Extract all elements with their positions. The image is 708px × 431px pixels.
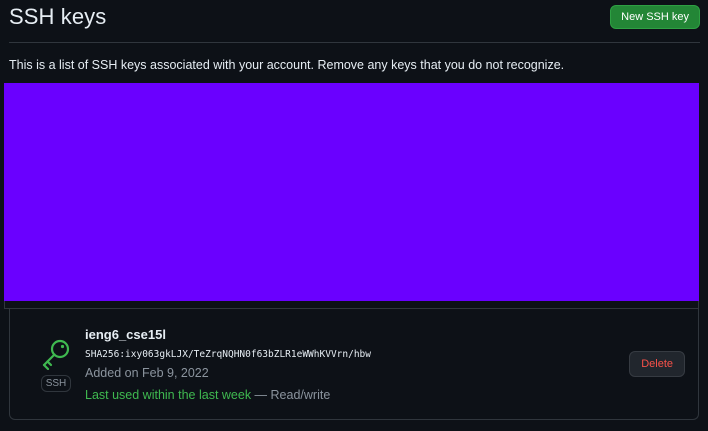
key-icon-container: SSH xyxy=(39,338,73,392)
key-access-level: Read/write xyxy=(270,388,331,402)
intro-text: This is a list of SSH keys associated wi… xyxy=(9,58,565,72)
key-name: ieng6_cse15l xyxy=(85,327,166,342)
key-added-date: Added on Feb 9, 2022 xyxy=(85,366,209,380)
key-details: ieng6_cse15l SHA256:ixy063gkLJX/TeZrqNQH… xyxy=(85,327,371,406)
page-title: SSH keys xyxy=(9,4,107,29)
page-header: SSH keys New SSH key xyxy=(9,0,700,43)
key-usage: Last used within the last week — Read/wr… xyxy=(85,388,371,406)
key-usage-separator: — xyxy=(251,388,271,402)
key-last-used: Last used within the last week xyxy=(85,388,252,402)
ssh-keys-page: SSH keys New SSH key This is a list of S… xyxy=(0,0,708,431)
key-fingerprint: SHA256:ixy063gkLJX/TeZrqNQHN0f63bZLR1eWW… xyxy=(85,349,371,360)
redacted-block xyxy=(4,83,699,301)
new-ssh-key-button[interactable]: New SSH key xyxy=(610,5,700,29)
key-type-badge: SSH xyxy=(40,375,72,392)
delete-key-button[interactable]: Delete xyxy=(629,351,685,377)
key-icon xyxy=(42,339,70,370)
ssh-key-item: SSH ieng6_cse15l SHA256:ixy063gkLJX/TeZr… xyxy=(9,308,699,420)
